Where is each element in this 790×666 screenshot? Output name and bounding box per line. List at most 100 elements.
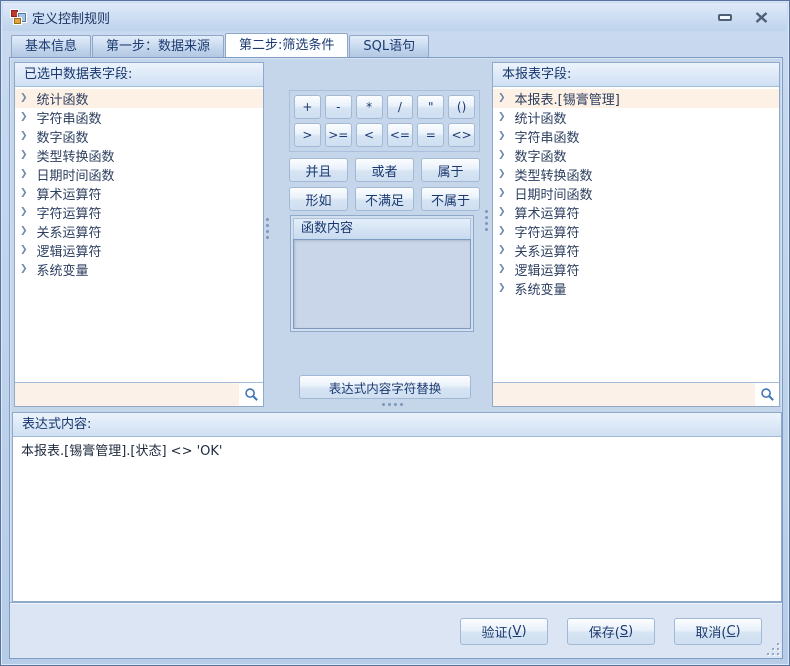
tab-strip: 基本信息 第一步：数据来源 第二步:筛选条件 SQL语句 [11,34,430,57]
validate-button[interactable]: 验证(V) [460,618,548,645]
expression-content-panel: 表达式内容: 本报表.[锡膏管理].[状态] <> 'OK' [12,412,782,602]
function-content-panel: 函数内容 [290,215,474,332]
chevron-right-icon: ❯ [20,227,28,236]
left-search-button[interactable] [239,383,263,406]
op-not-in-button[interactable]: 不属于 [421,187,480,211]
chevron-right-icon: ❯ [20,132,28,141]
tree-item[interactable]: ❯本报表.[锡膏管理] [493,89,779,108]
op-not-button[interactable]: 不满足 [355,187,414,211]
tree-item[interactable]: ❯字符串函数 [15,108,263,127]
cancel-button[interactable]: 取消(C) [674,618,762,645]
tree-item[interactable]: ❯逻辑运算符 [15,241,263,260]
op-eq-button[interactable]: = [417,123,444,147]
logic-operator-row2: 形如 不满足 不属于 [289,187,480,211]
tree-item[interactable]: ❯关系运算符 [493,241,779,260]
tab-basic-info[interactable]: 基本信息 [11,35,91,57]
expression-content-editor[interactable]: 本报表.[锡膏管理].[状态] <> 'OK' [13,437,781,601]
search-icon [244,387,259,402]
chevron-right-icon: ❯ [498,151,506,160]
expression-content-header: 表达式内容: [13,413,781,437]
tree-item[interactable]: ❯系统变量 [493,279,779,298]
horizontal-splitter-grip[interactable] [382,402,406,408]
right-search-input[interactable] [493,383,755,406]
tree-item[interactable]: ❯逻辑运算符 [493,260,779,279]
op-neq-button[interactable]: <> [448,123,475,147]
chevron-right-icon: ❯ [20,170,28,179]
selected-table-fields-header: 已选中数据表字段: [15,63,263,87]
left-search-row [15,383,263,406]
tree-item[interactable]: ❯数字函数 [493,146,779,165]
op-gt-button[interactable]: > [294,123,321,147]
op-lte-button[interactable]: <= [387,123,414,147]
chevron-right-icon: ❯ [20,208,28,217]
op-plus-button[interactable]: + [294,95,321,119]
tree-item[interactable]: ❯日期时间函数 [493,184,779,203]
tree-item[interactable]: ❯算术运算符 [493,203,779,222]
report-fields-tree: ❯本报表.[锡膏管理] ❯统计函数 ❯字符串函数 ❯数字函数 ❯类型转换函数 ❯… [493,87,779,383]
tree-item[interactable]: ❯统计函数 [15,89,263,108]
chevron-right-icon: ❯ [20,189,28,198]
tree-item[interactable]: ❯数字函数 [15,127,263,146]
tree-item[interactable]: ❯字符运算符 [493,222,779,241]
op-parentheses-button[interactable]: () [448,95,475,119]
op-in-button[interactable]: 属于 [421,158,480,182]
chevron-right-icon: ❯ [20,113,28,122]
op-divide-button[interactable]: / [387,95,414,119]
tree-item[interactable]: ❯算术运算符 [15,184,263,203]
function-content-list[interactable] [293,239,471,329]
chevron-right-icon: ❯ [498,113,506,122]
footer-bar: 验证(V) 保存(S) 取消(C) [10,602,782,658]
op-minus-button[interactable]: - [325,95,352,119]
op-like-button[interactable]: 形如 [289,187,348,211]
right-splitter-grip[interactable] [484,210,490,232]
tree-item[interactable]: ❯类型转换函数 [493,165,779,184]
chevron-right-icon: ❯ [20,151,28,160]
logic-operator-row: 并且 或者 属于 [289,158,480,182]
window-title: 定义控制规则 [32,8,110,27]
left-splitter-grip[interactable] [265,218,271,240]
chevron-right-icon: ❯ [20,265,28,274]
op-gte-button[interactable]: >= [325,123,352,147]
selected-table-fields-panel: 已选中数据表字段: ❯统计函数 ❯字符串函数 ❯数字函数 ❯类型转换函数 ❯日期… [14,62,264,407]
tab-sql-statement[interactable]: SQL语句 [349,35,429,57]
chevron-right-icon: ❯ [498,189,506,198]
op-or-button[interactable]: 或者 [355,158,414,182]
save-button[interactable]: 保存(S) [567,618,655,645]
tree-item[interactable]: ❯关系运算符 [15,222,263,241]
tree-item[interactable]: ❯字符串函数 [493,127,779,146]
tab-step1-data-source[interactable]: 第一步：数据来源 [92,35,224,57]
expression-char-replace-button[interactable]: 表达式内容字符替换 [299,375,471,399]
operator-button-grid: + - * / " () > >= < <= = <> [289,90,480,152]
tab-page-filter-conditions: 已选中数据表字段: ❯统计函数 ❯字符串函数 ❯数字函数 ❯类型转换函数 ❯日期… [9,57,783,659]
title-bar: 定义控制规则 [3,3,787,31]
right-search-row [493,383,779,406]
op-and-button[interactable]: 并且 [289,158,348,182]
chevron-right-icon: ❯ [498,208,506,217]
left-search-input[interactable] [15,383,239,406]
resize-grip[interactable] [766,642,779,655]
chevron-right-icon: ❯ [20,94,28,103]
chevron-right-icon: ❯ [498,94,506,103]
tree-item[interactable]: ❯统计函数 [493,108,779,127]
chevron-right-icon: ❯ [498,284,506,293]
minimize-button[interactable] [713,8,737,26]
tree-item[interactable]: ❯系统变量 [15,260,263,279]
dialog-window: 定义控制规则 基本信息 第一步：数据来源 第二步:筛选条件 SQL语句 已选中数… [0,0,790,666]
tree-item[interactable]: ❯字符运算符 [15,203,263,222]
op-lt-button[interactable]: < [356,123,383,147]
tree-item[interactable]: ❯日期时间函数 [15,165,263,184]
op-quote-button[interactable]: " [417,95,444,119]
tab-step2-filter-conditions[interactable]: 第二步:筛选条件 [225,33,348,57]
selected-table-fields-tree: ❯统计函数 ❯字符串函数 ❯数字函数 ❯类型转换函数 ❯日期时间函数 ❯算术运算… [15,87,263,383]
close-icon [755,12,768,23]
minimize-icon [718,14,732,21]
search-icon [760,387,775,402]
form-icon [10,9,26,25]
right-search-button[interactable] [755,383,779,406]
report-fields-header: 本报表字段: [493,63,779,87]
op-multiply-button[interactable]: * [356,95,383,119]
chevron-right-icon: ❯ [20,246,28,255]
close-button[interactable] [749,8,773,26]
tree-item[interactable]: ❯类型转换函数 [15,146,263,165]
chevron-right-icon: ❯ [498,265,506,274]
